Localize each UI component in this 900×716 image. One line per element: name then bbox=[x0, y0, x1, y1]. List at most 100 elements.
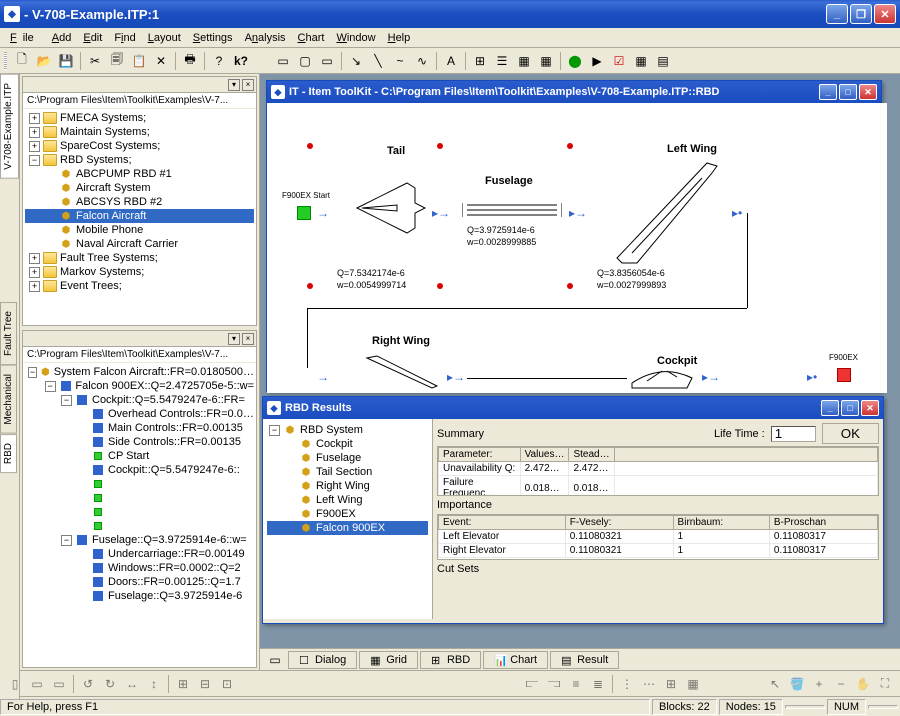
tool-icon[interactable]: ▭ bbox=[48, 673, 70, 695]
tail-shape[interactable] bbox=[347, 173, 427, 243]
tree-item[interactable]: −RBD Systems; bbox=[25, 153, 254, 167]
tool-icon[interactable]: ▭ bbox=[26, 673, 48, 695]
cut-icon[interactable]: ✂ bbox=[84, 50, 106, 72]
close-button[interactable]: ✕ bbox=[874, 4, 896, 24]
tree-item[interactable]: +FMECA Systems; bbox=[25, 111, 254, 125]
tree-item[interactable]: Undercarriage::FR=0.00149 bbox=[25, 547, 254, 561]
tree-item[interactable]: +Markov Systems; bbox=[25, 265, 254, 279]
tree-item[interactable]: Side Controls::FR=0.00135 bbox=[25, 435, 254, 449]
end-node[interactable] bbox=[837, 368, 851, 382]
tree-item[interactable] bbox=[25, 519, 254, 533]
tree-item[interactable]: ⬢Cockpit bbox=[267, 437, 428, 451]
lifetime-input[interactable] bbox=[771, 426, 816, 442]
vtab-rbd[interactable]: RBD bbox=[0, 434, 17, 473]
print-icon[interactable]: 🖶 bbox=[179, 50, 201, 72]
panel-close-icon[interactable]: × bbox=[242, 79, 254, 91]
curve2-icon[interactable]: ∿ bbox=[411, 50, 433, 72]
shape3-icon[interactable]: ▭ bbox=[316, 50, 338, 72]
align-icon[interactable]: ≡ bbox=[565, 673, 587, 695]
align-icon[interactable]: ⊞ bbox=[469, 50, 491, 72]
menu-edit[interactable]: Edit bbox=[77, 30, 108, 46]
tab-chart[interactable]: 📊Chart bbox=[483, 651, 548, 669]
tree-item[interactable]: Overhead Controls::FR=0.0… bbox=[25, 407, 254, 421]
fuselage-shape[interactable] bbox=[462, 195, 562, 225]
tree-item[interactable]: Cockpit::Q=5.5479247e-6:: bbox=[25, 463, 254, 477]
tree-item[interactable]: Fuselage::Q=3.9725914e-6 bbox=[25, 589, 254, 603]
tool-icon[interactable]: ↻ bbox=[99, 673, 121, 695]
leftwing-shape[interactable] bbox=[607, 158, 727, 268]
align-icon[interactable]: ⫎ bbox=[543, 673, 565, 695]
menu-file[interactable]: File bbox=[4, 30, 46, 46]
help-icon[interactable]: ? bbox=[208, 50, 230, 72]
bucket-icon[interactable]: 🪣 bbox=[786, 673, 808, 695]
panel-dropdown-icon[interactable]: ▾ bbox=[228, 79, 240, 91]
tree-item[interactable]: +Maintain Systems; bbox=[25, 125, 254, 139]
panel-close2-icon[interactable]: × bbox=[242, 333, 254, 345]
menu-analysis[interactable]: Analysis bbox=[239, 30, 292, 46]
menu-settings[interactable]: Settings bbox=[187, 30, 239, 46]
tab-result[interactable]: ▤Result bbox=[550, 651, 619, 669]
tool-icon[interactable]: ⊡ bbox=[216, 673, 238, 695]
project-tree[interactable]: +FMECA Systems;+Maintain Systems;+SpareC… bbox=[23, 109, 256, 325]
grid-icon[interactable]: ▦ bbox=[513, 50, 535, 72]
tree-item[interactable]: ⬢ABCPUMP RBD #1 bbox=[25, 167, 254, 181]
menu-layout[interactable]: Layout bbox=[142, 30, 187, 46]
tab-grid[interactable]: ▦Grid bbox=[359, 651, 418, 669]
zoom-icon[interactable]: + bbox=[808, 673, 830, 695]
pointer-icon[interactable]: ↖ bbox=[764, 673, 786, 695]
fit-icon[interactable]: ⛶ bbox=[874, 673, 896, 695]
table-row[interactable]: Right Elevator0.1108032110.11080317 bbox=[439, 544, 878, 558]
text-icon[interactable]: A bbox=[440, 50, 462, 72]
zoom-icon[interactable]: − bbox=[830, 673, 852, 695]
system-tree[interactable]: −⬢System Falcon Aircraft::FR=0.0180500…−… bbox=[23, 363, 256, 667]
tree-item[interactable] bbox=[25, 477, 254, 491]
align-icon[interactable]: ⫍ bbox=[521, 673, 543, 695]
rbd-tree[interactable]: −⬢RBD System⬢Cockpit⬢Fuselage⬢Tail Secti… bbox=[263, 419, 433, 619]
dist-icon[interactable]: ⋯ bbox=[638, 673, 660, 695]
vtab-faulttree[interactable]: Fault Tree bbox=[0, 302, 17, 365]
start-node[interactable] bbox=[297, 206, 311, 220]
tree-item[interactable]: ⬢Falcon Aircraft bbox=[25, 209, 254, 223]
align-icon[interactable]: ≣ bbox=[587, 673, 609, 695]
grid2-icon[interactable]: ▦ bbox=[535, 50, 557, 72]
menu-help[interactable]: Help bbox=[382, 30, 417, 46]
save-icon[interactable]: 💾 bbox=[55, 50, 77, 72]
tree-item[interactable]: +Event Trees; bbox=[25, 279, 254, 293]
rbd-close-button[interactable]: ✕ bbox=[861, 400, 879, 416]
tree-item[interactable]: −Fuselage::Q=3.9725914e-6::w= bbox=[25, 533, 254, 547]
dist-icon[interactable]: ⊞ bbox=[660, 673, 682, 695]
rbd-min-button[interactable]: _ bbox=[821, 400, 839, 416]
tree-item[interactable]: ⬢Aircraft System bbox=[25, 181, 254, 195]
table-row[interactable]: Left Elevator0.1108032110.11080317 bbox=[439, 530, 878, 544]
check-icon[interactable]: ☑ bbox=[608, 50, 630, 72]
table-row[interactable]: Failure Frequenc…0.018…0.018… bbox=[439, 476, 878, 497]
tree-item[interactable]: −Cockpit::Q=5.5479247e-6::FR= bbox=[25, 393, 254, 407]
tree-item[interactable]: +SpareCost Systems; bbox=[25, 139, 254, 153]
new-icon[interactable]: 🗋 bbox=[11, 50, 33, 72]
curve-icon[interactable]: ~ bbox=[389, 50, 411, 72]
distribute-icon[interactable]: ☰ bbox=[491, 50, 513, 72]
restore-button[interactable]: ❐ bbox=[850, 4, 872, 24]
tree-item[interactable]: Main Controls::FR=0.00135 bbox=[25, 421, 254, 435]
panel-dropdown2-icon[interactable]: ▾ bbox=[228, 333, 240, 345]
menu-find[interactable]: Find bbox=[108, 30, 141, 46]
pan-icon[interactable]: ✋ bbox=[852, 673, 874, 695]
table-row[interactable]: Unavailability Q:2.472…2.472… bbox=[439, 462, 878, 476]
tree-item[interactable]: +Fault Tree Systems; bbox=[25, 251, 254, 265]
paste-icon[interactable]: 📋 bbox=[128, 50, 150, 72]
tree-item[interactable]: ⬢Naval Aircraft Carrier bbox=[25, 237, 254, 251]
dist-icon[interactable]: ▦ bbox=[682, 673, 704, 695]
tree-item[interactable]: ⬢Right Wing bbox=[267, 479, 428, 493]
menu-add[interactable]: Add bbox=[46, 30, 78, 46]
table-icon[interactable]: ▦ bbox=[630, 50, 652, 72]
whatsthis-icon[interactable]: k? bbox=[230, 50, 252, 72]
importance-grid[interactable]: Event: F-Vesely: Birnbaum: B-Proschan Le… bbox=[437, 514, 879, 560]
tree-item[interactable]: ⬢Tail Section bbox=[267, 465, 428, 479]
diagram-close-button[interactable]: ✕ bbox=[859, 84, 877, 100]
tree-item[interactable]: ⬢Fuselage bbox=[267, 451, 428, 465]
dist-icon[interactable]: ⋮ bbox=[616, 673, 638, 695]
cockpit-shape[interactable] bbox=[627, 363, 697, 393]
tree-item[interactable]: ⬢Falcon 900EX bbox=[267, 521, 428, 535]
menu-window[interactable]: Window bbox=[330, 30, 381, 46]
tool-icon[interactable]: ↕ bbox=[143, 673, 165, 695]
